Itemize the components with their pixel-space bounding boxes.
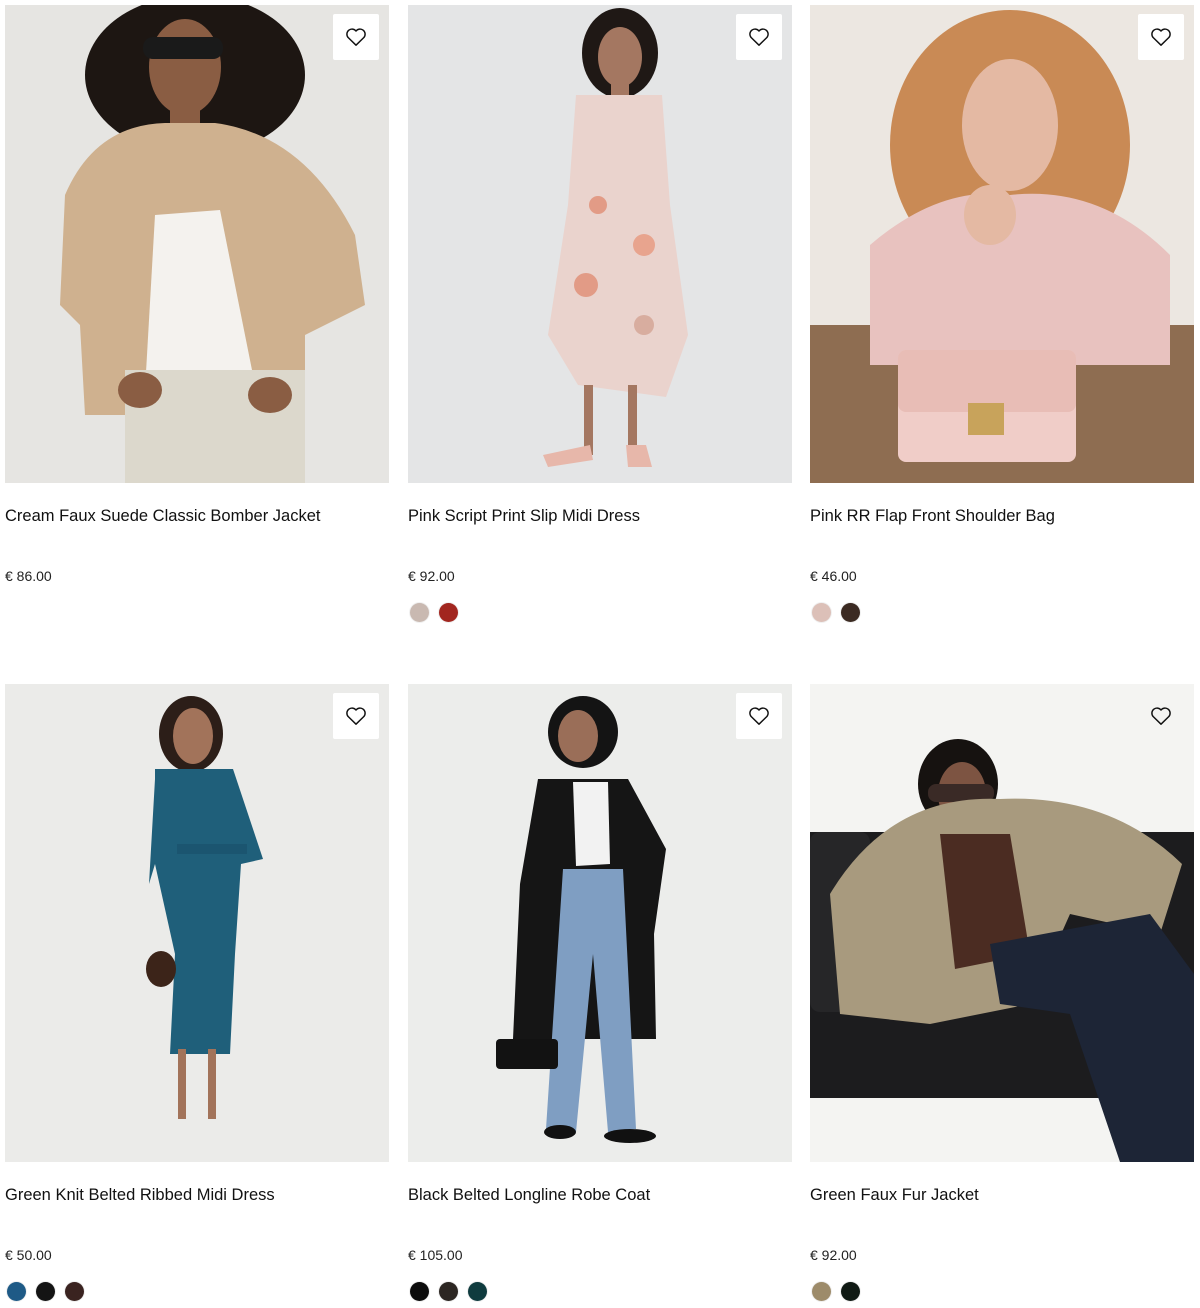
product-image[interactable]	[408, 684, 792, 1162]
product-card[interactable]: Black Belted Longline Robe Coat € 105.00	[408, 684, 792, 1301]
color-swatch[interactable]	[841, 1282, 860, 1301]
color-swatch[interactable]	[468, 1282, 487, 1301]
product-card[interactable]: Cream Faux Suede Classic Bomber Jacket €…	[5, 5, 389, 584]
heart-outline-icon	[346, 28, 366, 46]
wishlist-button[interactable]	[736, 14, 782, 60]
product-grid: Cream Faux Suede Classic Bomber Jacket €…	[0, 0, 1200, 1308]
color-swatch[interactable]	[65, 1282, 84, 1301]
heart-outline-icon	[346, 707, 366, 725]
color-swatches	[7, 1282, 84, 1301]
product-card[interactable]: Pink RR Flap Front Shoulder Bag € 46.00	[810, 5, 1194, 622]
product-card[interactable]: Green Faux Fur Jacket € 92.00	[810, 684, 1194, 1301]
color-swatch[interactable]	[439, 603, 458, 622]
product-card[interactable]: Green Knit Belted Ribbed Midi Dress € 50…	[5, 684, 389, 1301]
product-price: € 46.00	[810, 568, 857, 584]
product-title[interactable]: Black Belted Longline Robe Coat	[408, 1184, 650, 1206]
wishlist-button[interactable]	[333, 693, 379, 739]
color-swatch[interactable]	[410, 603, 429, 622]
product-title[interactable]: Green Faux Fur Jacket	[810, 1184, 979, 1206]
product-photo	[408, 684, 792, 1162]
product-photo	[408, 5, 792, 483]
product-title[interactable]: Pink RR Flap Front Shoulder Bag	[810, 505, 1055, 527]
wishlist-button[interactable]	[333, 14, 379, 60]
product-image[interactable]	[810, 5, 1194, 483]
color-swatch[interactable]	[7, 1282, 26, 1301]
color-swatches	[812, 1282, 860, 1301]
color-swatch[interactable]	[410, 1282, 429, 1301]
color-swatches	[410, 1282, 487, 1301]
product-price: € 86.00	[5, 568, 52, 584]
heart-outline-icon	[749, 28, 769, 46]
color-swatch[interactable]	[36, 1282, 55, 1301]
wishlist-button[interactable]	[736, 693, 782, 739]
product-card[interactable]: Pink Script Print Slip Midi Dress € 92.0…	[408, 5, 792, 622]
product-title[interactable]: Green Knit Belted Ribbed Midi Dress	[5, 1184, 275, 1206]
heart-outline-icon	[749, 707, 769, 725]
product-photo	[810, 5, 1194, 483]
wishlist-button[interactable]	[1138, 693, 1184, 739]
wishlist-button[interactable]	[1138, 14, 1184, 60]
product-image[interactable]	[5, 5, 389, 483]
product-price: € 50.00	[5, 1247, 52, 1263]
product-photo	[810, 684, 1194, 1162]
color-swatch[interactable]	[812, 603, 831, 622]
product-image[interactable]	[810, 684, 1194, 1162]
color-swatch[interactable]	[812, 1282, 831, 1301]
color-swatches	[812, 603, 860, 622]
heart-outline-icon	[1151, 707, 1171, 725]
product-photo	[5, 684, 389, 1162]
product-price: € 105.00	[408, 1247, 463, 1263]
color-swatch[interactable]	[439, 1282, 458, 1301]
color-swatches	[410, 603, 458, 622]
product-photo	[5, 5, 389, 483]
heart-outline-icon	[1151, 28, 1171, 46]
color-swatch[interactable]	[841, 603, 860, 622]
product-image[interactable]	[5, 684, 389, 1162]
product-title[interactable]: Cream Faux Suede Classic Bomber Jacket	[5, 505, 320, 527]
product-title[interactable]: Pink Script Print Slip Midi Dress	[408, 505, 640, 527]
product-price: € 92.00	[810, 1247, 857, 1263]
product-price: € 92.00	[408, 568, 455, 584]
product-image[interactable]	[408, 5, 792, 483]
